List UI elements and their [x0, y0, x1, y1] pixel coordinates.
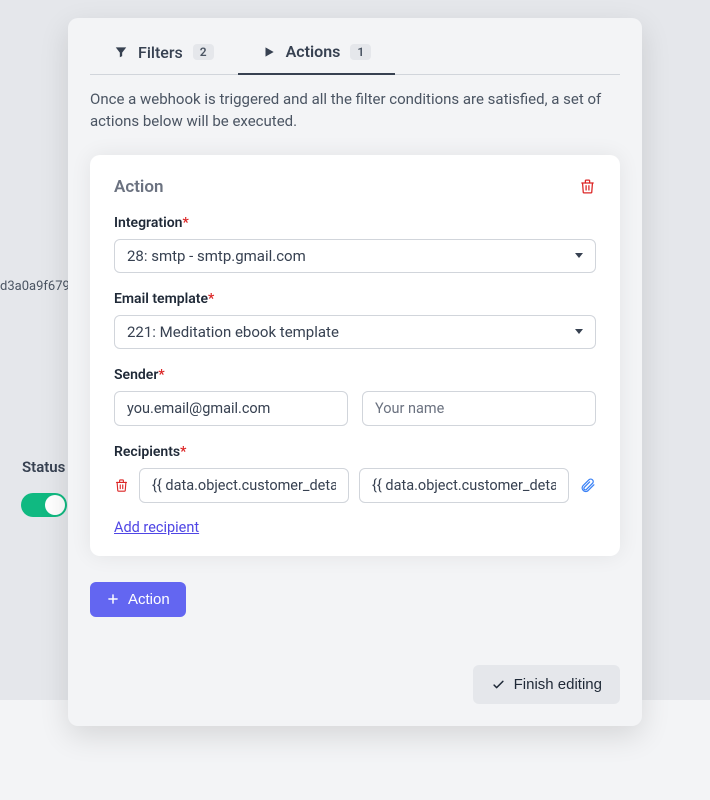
integration-value: 28: smtp - smtp.gmail.com	[127, 247, 306, 265]
recipient-name-input[interactable]	[359, 468, 569, 503]
chevron-down-icon	[575, 253, 583, 258]
integration-select[interactable]: 28: smtp - smtp.gmail.com	[114, 239, 596, 273]
template-value: 221: Meditation ebook template	[127, 323, 339, 341]
toggle-knob	[45, 495, 65, 515]
required-asterisk: *	[208, 291, 214, 307]
template-field: Email template* 221: Meditation ebook te…	[114, 291, 596, 349]
tab-actions-label: Actions	[286, 42, 341, 61]
recipient-email-input[interactable]	[139, 468, 349, 503]
add-action-button[interactable]: Action	[90, 582, 186, 617]
tab-filters[interactable]: Filters 2	[90, 32, 238, 74]
finish-editing-button[interactable]: Finish editing	[473, 665, 620, 704]
check-icon	[491, 677, 506, 692]
add-recipient-link[interactable]: Add recipient	[114, 519, 199, 536]
template-label: Email template*	[114, 291, 596, 307]
plus-icon	[106, 592, 120, 606]
tab-filters-badge: 2	[193, 44, 214, 60]
tab-actions[interactable]: Actions 1	[238, 32, 396, 75]
trash-icon[interactable]	[579, 178, 596, 195]
partial-id-text: d3a0a9f679	[0, 279, 70, 294]
integration-label: Integration*	[114, 215, 596, 231]
status-toggle[interactable]	[21, 493, 67, 517]
tab-actions-badge: 1	[350, 44, 371, 60]
tab-bar: Filters 2 Actions 1	[90, 32, 620, 75]
finish-editing-label: Finish editing	[514, 676, 602, 693]
recipients-label: Recipients*	[114, 444, 596, 460]
action-card: Action Integration* 28: smtp - smtp.gmai…	[90, 155, 620, 556]
chevron-down-icon	[575, 329, 583, 334]
template-select[interactable]: 221: Meditation ebook template	[114, 315, 596, 349]
sender-field: Sender*	[114, 367, 596, 426]
sender-label: Sender*	[114, 367, 596, 383]
integration-field: Integration* 28: smtp - smtp.gmail.com	[114, 215, 596, 273]
actions-description: Once a webhook is triggered and all the …	[90, 89, 620, 133]
sender-name-input[interactable]	[362, 391, 596, 426]
tab-filters-label: Filters	[138, 43, 183, 62]
recipients-field: Recipients* Add recipient	[114, 444, 596, 536]
action-title: Action	[114, 177, 163, 197]
status-label: Status	[22, 458, 65, 476]
actions-modal: Filters 2 Actions 1 Once a webhook is tr…	[68, 18, 642, 726]
required-asterisk: *	[158, 367, 164, 383]
action-header: Action	[114, 177, 596, 197]
required-asterisk: *	[180, 444, 186, 460]
modal-footer: Finish editing	[90, 665, 620, 704]
sender-email-input[interactable]	[114, 391, 348, 426]
add-action-label: Action	[128, 591, 170, 608]
filter-icon	[114, 45, 128, 59]
paperclip-icon[interactable]	[579, 477, 596, 494]
required-asterisk: *	[182, 215, 188, 231]
play-icon	[262, 45, 276, 59]
remove-recipient-icon[interactable]	[114, 478, 129, 493]
recipient-row	[114, 468, 596, 503]
